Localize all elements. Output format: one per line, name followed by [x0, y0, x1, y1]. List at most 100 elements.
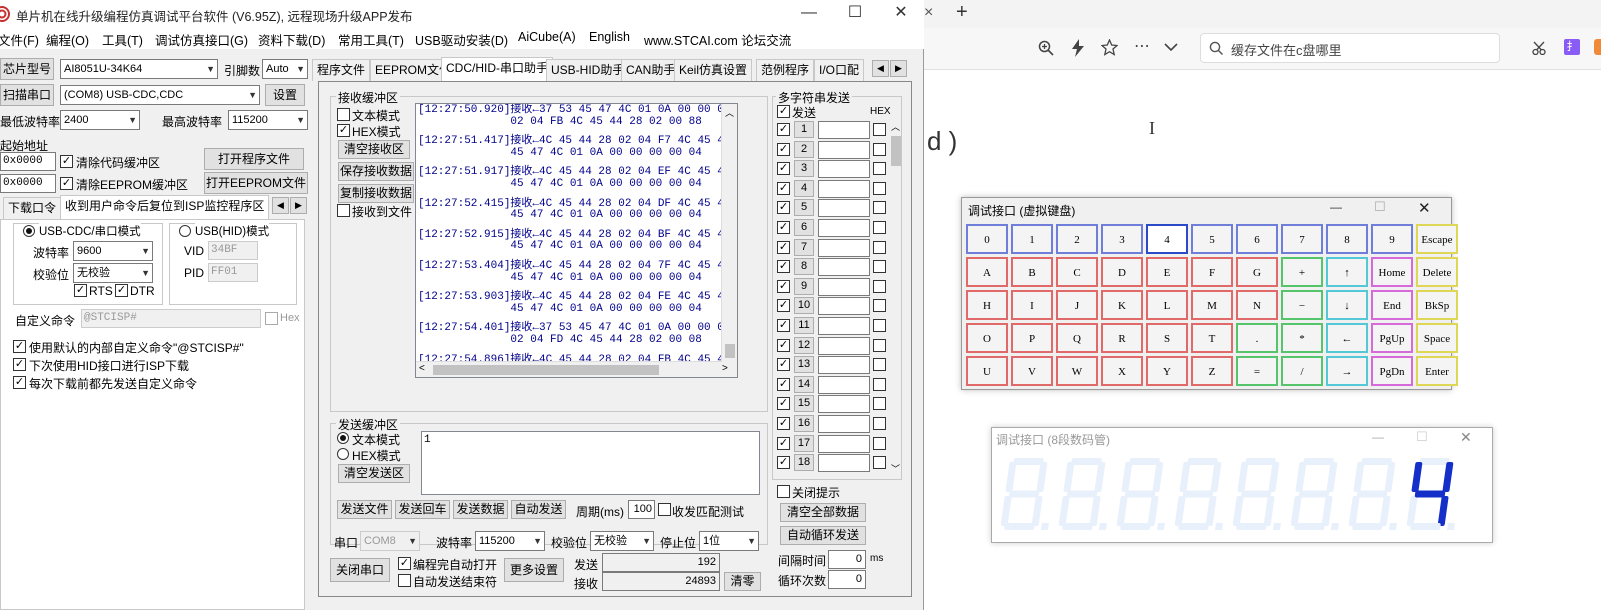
multi-row-hex-checkbox[interactable]	[873, 338, 886, 352]
multi-row-input[interactable]	[818, 454, 870, 473]
recv-hex-mode-checkbox[interactable]: ✓	[337, 124, 350, 137]
menu-usb-driver[interactable]: USB驱动安装(D)	[415, 30, 508, 49]
period-input[interactable]: 100	[628, 500, 655, 519]
multi-row-send-button[interactable]: 1	[794, 121, 814, 138]
dtr-checkbox[interactable]: ✓	[115, 284, 128, 297]
pin-count-select[interactable]: Auto ▼	[262, 59, 308, 79]
vk-key[interactable]: X	[1101, 356, 1143, 386]
multi-row-send-checkbox[interactable]: ✓	[777, 299, 790, 313]
menu-file[interactable]: 文件(F)	[0, 30, 39, 49]
multi-row-send-checkbox[interactable]: ✓	[777, 417, 790, 430]
receive-to-file-checkbox[interactable]	[337, 204, 350, 217]
tab-cdc-hid-assistant[interactable]: CDC/HID-串口助手	[441, 57, 553, 81]
maximize-button[interactable]: ☐	[832, 2, 878, 24]
menu-download[interactable]: 资料下载(D)	[258, 30, 325, 49]
extension-icon[interactable]: 扌	[1564, 39, 1580, 55]
multi-row-input[interactable]	[818, 375, 870, 394]
hid-next-download-checkbox[interactable]: ✓	[13, 358, 26, 371]
multi-row-send-button[interactable]: 14	[794, 375, 814, 393]
vk-key[interactable]: L	[1146, 290, 1188, 320]
vertical-scrollbar[interactable]: ︿	[721, 104, 737, 362]
menu-program[interactable]: 编程(O)	[46, 30, 89, 49]
close-port-button[interactable]: 关闭串口	[330, 558, 390, 582]
profile-icon[interactable]	[1594, 39, 1601, 55]
multi-row-input[interactable]	[818, 238, 870, 257]
clear-all-data-button[interactable]: 清空全部数据	[780, 503, 866, 522]
multi-row-hex-checkbox[interactable]	[873, 142, 886, 156]
multi-row-send-checkbox[interactable]: ✓	[777, 358, 790, 372]
vk-key[interactable]: /	[1281, 356, 1323, 386]
multi-row-send-checkbox[interactable]: ✓	[777, 240, 790, 254]
auto-loop-send-button[interactable]: 自动循环发送	[780, 526, 866, 545]
vk-key[interactable]: Space	[1416, 323, 1458, 353]
vk-minimize-button[interactable]: —	[1330, 200, 1342, 214]
multi-row-send-checkbox[interactable]: ✓	[777, 456, 790, 470]
tab-scroll-left-button[interactable]: ◀	[272, 197, 289, 214]
tab-program-file[interactable]: 程序文件	[312, 59, 371, 81]
multi-row-hex-checkbox[interactable]	[873, 397, 886, 411]
chip-model-button[interactable]: 芯片型号	[0, 58, 54, 80]
clear-receive-button[interactable]: 清空接收区	[338, 140, 410, 159]
menu-debug[interactable]: 调试仿真接口(G)	[155, 30, 248, 49]
multi-row-hex-checkbox[interactable]	[873, 456, 886, 470]
multi-row-input[interactable]	[818, 160, 870, 179]
vk-key[interactable]: 8	[1326, 224, 1368, 254]
vk-key[interactable]: End	[1371, 290, 1413, 320]
tab-reset-to-isp[interactable]: 收到用户命令后复位到ISP监控程序区	[60, 195, 270, 219]
multi-row-send-button[interactable]: 9	[794, 277, 814, 295]
multi-row-hex-checkbox[interactable]	[873, 162, 886, 176]
pid-input[interactable]: FF01	[208, 263, 258, 282]
multi-row-hex-checkbox[interactable]	[873, 123, 886, 136]
vk-key[interactable]: −	[1281, 290, 1323, 320]
open-eeprom-file-button[interactable]: 打开EEPROM文件	[204, 172, 308, 194]
stop-bits-select[interactable]: 1位 ▼	[699, 531, 759, 551]
multi-row-input[interactable]	[818, 434, 870, 453]
send-hex-mode-radio[interactable]	[337, 448, 349, 460]
multi-row-input[interactable]	[818, 121, 870, 139]
scroll-right-icon[interactable]: >	[722, 363, 728, 374]
auto-open-checkbox[interactable]: ✓	[398, 557, 411, 570]
multi-row-send-button[interactable]: 2	[794, 140, 814, 158]
loop-count-input[interactable]: 0	[828, 570, 866, 589]
more-icon[interactable]: ⋯	[1134, 36, 1150, 56]
vk-key[interactable]: 2	[1056, 224, 1098, 254]
vk-key[interactable]: I	[1011, 290, 1053, 320]
tab-scroll-right-button[interactable]: ▶	[290, 197, 307, 214]
multi-row-send-button[interactable]: 11	[794, 317, 814, 334]
vk-key[interactable]: R	[1101, 323, 1143, 353]
multi-row-send-checkbox[interactable]: ✓	[777, 436, 790, 450]
multi-row-send-checkbox[interactable]: ✓	[777, 397, 790, 411]
seg-close-button[interactable]: ✕	[1460, 429, 1472, 446]
vk-key[interactable]: E	[1146, 257, 1188, 287]
multi-row-send-button[interactable]: 13	[794, 356, 814, 374]
send-text-mode-radio[interactable]	[337, 432, 349, 444]
vk-key[interactable]: →	[1326, 356, 1368, 386]
bottom-parity-select[interactable]: 无校验 ▼	[590, 531, 654, 551]
vk-key[interactable]: ↑	[1326, 257, 1368, 287]
clear-eeprom-checkbox[interactable]: ✓	[60, 177, 73, 190]
scissors-icon[interactable]	[1532, 41, 1546, 55]
tab-examples[interactable]: 范例程序	[756, 59, 815, 81]
close-button[interactable]: ✕	[878, 2, 924, 24]
multi-row-input[interactable]	[818, 140, 870, 159]
vk-key[interactable]: +	[1281, 257, 1323, 287]
multi-row-send-button[interactable]: 10	[794, 297, 814, 315]
multi-row-input[interactable]	[818, 336, 870, 355]
usb-cdc-radio[interactable]	[23, 225, 35, 237]
send-enter-button[interactable]: 发送回车	[395, 500, 450, 519]
multi-send-all-checkbox[interactable]: ✓	[777, 105, 790, 118]
clear-code-checkbox[interactable]: ✓	[60, 155, 73, 168]
vertical-scroll-thumb[interactable]	[725, 344, 735, 358]
multi-row-send-checkbox[interactable]: ✓	[777, 142, 790, 156]
multi-row-hex-checkbox[interactable]	[873, 240, 886, 254]
multi-row-send-checkbox[interactable]: ✓	[777, 279, 790, 293]
recv-text-mode-checkbox[interactable]	[337, 108, 350, 121]
vk-key[interactable]: J	[1056, 290, 1098, 320]
receive-log[interactable]: [12:27:50.920]接收←37 53 45 47 4C 01 0A 00…	[415, 103, 738, 378]
vid-input[interactable]: 34BF	[208, 241, 258, 260]
multi-row-send-checkbox[interactable]: ✓	[777, 123, 790, 136]
multi-row-send-button[interactable]: 12	[794, 336, 814, 354]
multi-row-hex-checkbox[interactable]	[873, 279, 886, 293]
vk-key[interactable]: 1	[1011, 224, 1053, 254]
vk-key[interactable]: Home	[1371, 257, 1413, 287]
